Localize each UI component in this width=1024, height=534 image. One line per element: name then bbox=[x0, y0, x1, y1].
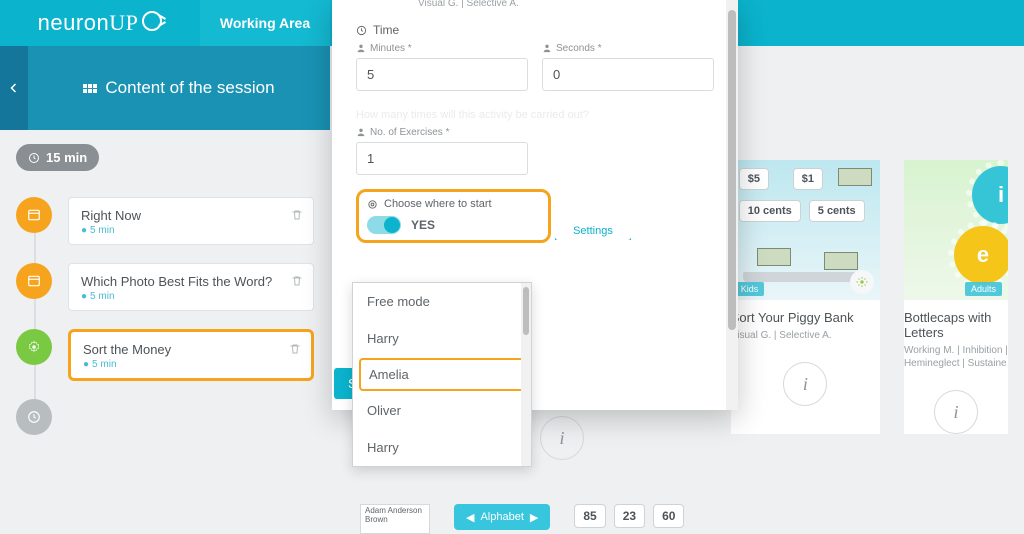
session-header: Content of the session bbox=[28, 78, 330, 98]
delete-item-button[interactable] bbox=[291, 208, 303, 226]
dollar-bill-icon bbox=[838, 168, 872, 186]
timeline-node bbox=[16, 329, 52, 365]
settings-tab[interactable]: Settings bbox=[555, 222, 631, 240]
dollar-bill-icon bbox=[824, 252, 858, 270]
name-list-preview: Adam Anderson Brown bbox=[360, 504, 430, 534]
minutes-input[interactable] bbox=[356, 58, 528, 91]
dropdown-option[interactable]: Harry bbox=[353, 320, 531, 357]
trash-icon bbox=[291, 275, 303, 287]
dropdown-option[interactable]: Oliver bbox=[353, 392, 531, 429]
back-button[interactable] bbox=[0, 46, 28, 130]
choose-start-toggle[interactable] bbox=[367, 216, 401, 234]
brand-icon bbox=[142, 11, 162, 31]
gallery-card[interactable]: $5 $1 10 cents 5 cents Kids Sort Your Pi… bbox=[731, 160, 880, 434]
minutes-label: Minutes * bbox=[356, 43, 528, 54]
grid-icon bbox=[83, 84, 97, 93]
session-duration-chip: 15 min bbox=[16, 144, 99, 171]
dropdown-scrollbar[interactable] bbox=[521, 283, 531, 466]
time-section-label: Time bbox=[356, 23, 714, 37]
timeline-node bbox=[16, 197, 52, 233]
exercises-label: No. of Exercises * bbox=[356, 127, 528, 138]
gallery-card-tags: Visual G. | Selective A. bbox=[731, 329, 880, 342]
gallery-thumbnail: i e Adults bbox=[904, 160, 1008, 300]
choose-start-label: Choose where to start bbox=[384, 198, 492, 210]
seconds-input[interactable] bbox=[542, 58, 714, 91]
money-pill: 5 cents bbox=[809, 200, 865, 222]
session-item-time: ● 5 min bbox=[81, 291, 301, 302]
session-item-time: ● 5 min bbox=[81, 225, 301, 236]
dropdown-option[interactable]: Free mode bbox=[353, 283, 531, 320]
timeline-end-node bbox=[16, 399, 52, 435]
number-chip: 85 bbox=[574, 504, 605, 528]
dropdown-option[interactable]: Harry bbox=[353, 429, 531, 466]
choose-start-block: Choose where to start YES bbox=[356, 189, 551, 243]
window-icon bbox=[27, 208, 41, 222]
number-chip: 60 bbox=[653, 504, 684, 528]
person-icon bbox=[356, 127, 366, 137]
money-pill: $1 bbox=[793, 168, 823, 190]
repeat-question: How many times will this activity be car… bbox=[356, 109, 714, 121]
clock-icon bbox=[27, 410, 41, 424]
session-item-title: Which Photo Best Fits the Word? bbox=[81, 274, 301, 289]
activity-meta: Visual G. | Selective A. bbox=[418, 0, 714, 9]
gallery-thumbnail: $5 $1 10 cents 5 cents Kids bbox=[731, 160, 880, 300]
dollar-bill-icon bbox=[757, 248, 791, 266]
clock-icon bbox=[28, 152, 40, 164]
session-item-title: Sort the Money bbox=[83, 342, 299, 357]
brand-logo: neuronUP bbox=[0, 0, 200, 46]
trash-icon bbox=[291, 209, 303, 221]
card-settings-button[interactable] bbox=[850, 270, 874, 294]
delete-item-button[interactable] bbox=[289, 342, 301, 360]
person-icon bbox=[356, 43, 366, 53]
session-item-time: ● 5 min bbox=[83, 359, 299, 370]
audience-badge: Kids bbox=[735, 282, 765, 296]
nav-working-area[interactable]: Working Area bbox=[200, 0, 330, 46]
window-icon bbox=[27, 274, 41, 288]
bottlecap-icon: i bbox=[972, 166, 1008, 224]
dropdown-option-selected[interactable]: Amelia bbox=[359, 358, 525, 391]
session-item-card[interactable]: Right Now ● 5 min bbox=[68, 197, 314, 245]
info-button[interactable]: i bbox=[934, 390, 978, 434]
panel-scrollbar[interactable] bbox=[726, 0, 738, 410]
seconds-label: Seconds * bbox=[542, 43, 714, 54]
person-icon bbox=[542, 43, 552, 53]
delete-item-button[interactable] bbox=[291, 274, 303, 292]
gallery-card-tags: Working M. | Inhibition | Hemineglect | … bbox=[904, 344, 1008, 370]
session-title-text: Content of the session bbox=[105, 78, 274, 98]
gallery-card[interactable]: i e Adults Bottlecaps with Letters Worki… bbox=[904, 160, 1008, 434]
money-pill: 10 cents bbox=[739, 200, 801, 222]
target-icon bbox=[367, 199, 378, 210]
timeline-node bbox=[16, 263, 52, 299]
gallery-card-title: Sort Your Piggy Bank bbox=[731, 310, 880, 325]
bottlecap-icon: e bbox=[954, 226, 1008, 284]
trash-icon bbox=[289, 343, 301, 355]
session-item-title: Right Now bbox=[81, 208, 301, 223]
number-chip: 23 bbox=[614, 504, 645, 528]
start-point-dropdown[interactable]: Free mode Harry Amelia Oliver Harry bbox=[352, 282, 532, 467]
clock-icon bbox=[356, 25, 367, 36]
money-pill: $5 bbox=[739, 168, 769, 190]
exercises-input[interactable] bbox=[356, 142, 528, 175]
info-button[interactable]: i bbox=[783, 362, 827, 406]
gear-icon bbox=[27, 340, 41, 354]
alphabet-bar[interactable]: ◀Alphabet▶ bbox=[454, 504, 550, 530]
session-item-card[interactable]: Which Photo Best Fits the Word? ● 5 min bbox=[68, 263, 314, 311]
toggle-value: YES bbox=[411, 218, 435, 232]
audience-badge: Adults bbox=[965, 282, 1002, 296]
session-item-card-active[interactable]: Sort the Money ● 5 min bbox=[68, 329, 314, 381]
gallery-card-title: Bottlecaps with Letters bbox=[904, 310, 1008, 340]
